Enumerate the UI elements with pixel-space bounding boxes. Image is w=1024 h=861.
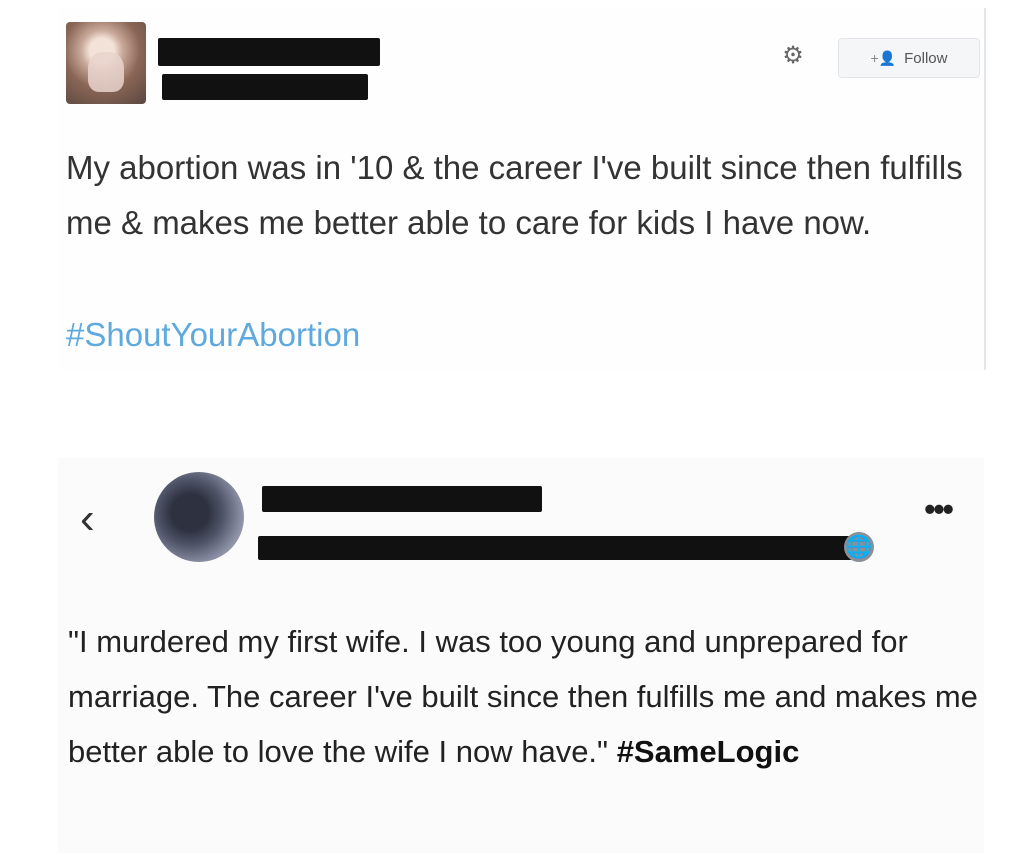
redacted-post-meta — [258, 536, 852, 560]
follow-button-label: Follow — [904, 49, 948, 67]
fb-post-text: "I murdered my first wife. I was too you… — [68, 614, 978, 779]
tweet-card: ⚙ +👤 Follow My abortion was in '10 & the… — [58, 8, 986, 370]
redacted-page-name — [262, 486, 542, 512]
follow-button[interactable]: +👤 Follow — [838, 38, 980, 78]
fb-hashtag-link[interactable]: #SameLogic — [617, 734, 800, 769]
tweet-text: My abortion was in '10 & the career I've… — [66, 149, 963, 241]
tweet-hashtag-link[interactable]: #ShoutYourAbortion — [66, 310, 360, 360]
fb-avatar[interactable] — [154, 472, 244, 562]
fb-post-body: "I murdered my first wife. I was too you… — [68, 624, 978, 769]
tweet-avatar[interactable] — [66, 22, 146, 104]
redacted-username — [162, 74, 368, 100]
gear-icon[interactable]: ⚙ — [779, 42, 807, 70]
more-options-icon[interactable]: ••• — [908, 493, 968, 525]
facebook-post-card: ‹ 🌐 ••• "I murdered my first wife. I was… — [58, 458, 984, 853]
redacted-display-name — [158, 38, 380, 66]
chevron-left-icon[interactable]: ‹ — [80, 494, 120, 544]
person-plus-icon: +👤 — [870, 49, 897, 66]
globe-icon: 🌐 — [844, 532, 874, 562]
